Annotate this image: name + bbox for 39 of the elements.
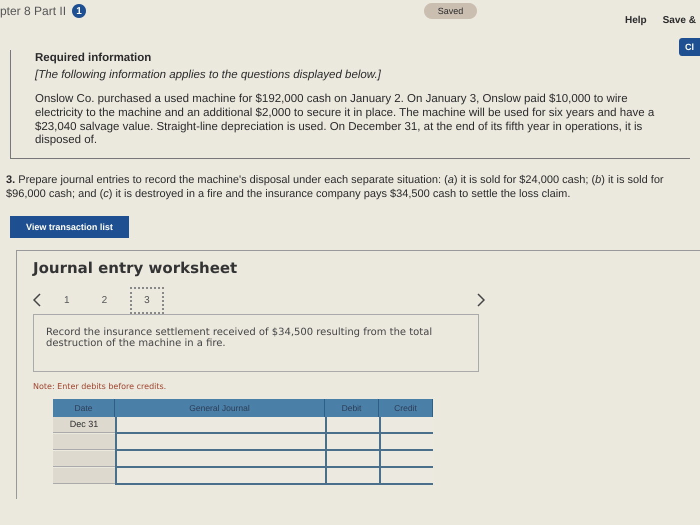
previous-icon[interactable] <box>33 293 41 308</box>
credit-input[interactable] <box>379 434 433 451</box>
column-header: Debit <box>325 398 379 417</box>
debit-input[interactable] <box>325 468 379 485</box>
count-badge: 1 <box>72 4 86 18</box>
account-input[interactable] <box>115 468 325 485</box>
credit-input[interactable] <box>379 468 433 485</box>
debit-input[interactable] <box>325 416 379 434</box>
date-cell <box>53 434 115 450</box>
question-text: 3. Prepare journal entries to record the machine's disposal under each separate situation: (a) it is sold for $24,000 cash; (b) it is sold for $96,000 cash; and (c) it is destroyed in a fire and the insurance company pays $34,500 cash to settle the loss claim. <box>6 174 664 200</box>
info-note: [The following information applies to the questions displayed below.] <box>35 69 382 81</box>
date-cell <box>53 450 115 467</box>
header-link[interactable]: Save & <box>662 14 696 26</box>
debit-input[interactable] <box>325 434 379 451</box>
column-header: General Journal <box>115 398 325 417</box>
date-cell <box>53 468 115 484</box>
page-tab[interactable]: 1 <box>55 290 79 311</box>
info-title: Required information <box>35 52 152 64</box>
next-icon[interactable] <box>477 293 485 308</box>
view-transactions-button[interactable]: View transaction list <box>10 216 129 238</box>
saved-status: Saved <box>424 3 478 19</box>
column-header: Credit <box>379 398 433 417</box>
header-link[interactable]: Help <box>624 14 647 26</box>
chapter-title: pter 8 Part II <box>0 4 66 18</box>
account-input[interactable] <box>115 450 325 468</box>
column-header: Date <box>53 398 115 417</box>
credit-input[interactable] <box>379 416 433 434</box>
page-tab[interactable]: 3 <box>130 286 164 314</box>
credit-input[interactable] <box>379 450 433 468</box>
account-input[interactable] <box>115 434 325 451</box>
account-input[interactable] <box>115 416 325 434</box>
note-text: Note: Enter debits before credits. <box>33 382 168 391</box>
worksheet-title: Journal entry worksheet <box>33 258 238 277</box>
debit-input[interactable] <box>325 450 379 468</box>
date-cell: Dec 31 <box>53 416 115 433</box>
page-tab[interactable]: 2 <box>92 290 116 311</box>
side-button[interactable]: Cl <box>679 38 700 56</box>
info-text: Onslow Co. purchased a used machine for $192,000 cash on January 2. On January 3, Onslow paid $10,000 to wire electricity to the machine and an additional $2,000 to secure it in place. The machine will be used for six years and have a $23,040 salvage value. Straight-line depreciation is used. On December 31, at the end of its fifth year in operations, it is disposed of. <box>35 93 656 148</box>
instruction-text: Record the insurance settlement received of $34,500 resulting from the total destruction of the machine in a fire. <box>46 326 432 349</box>
